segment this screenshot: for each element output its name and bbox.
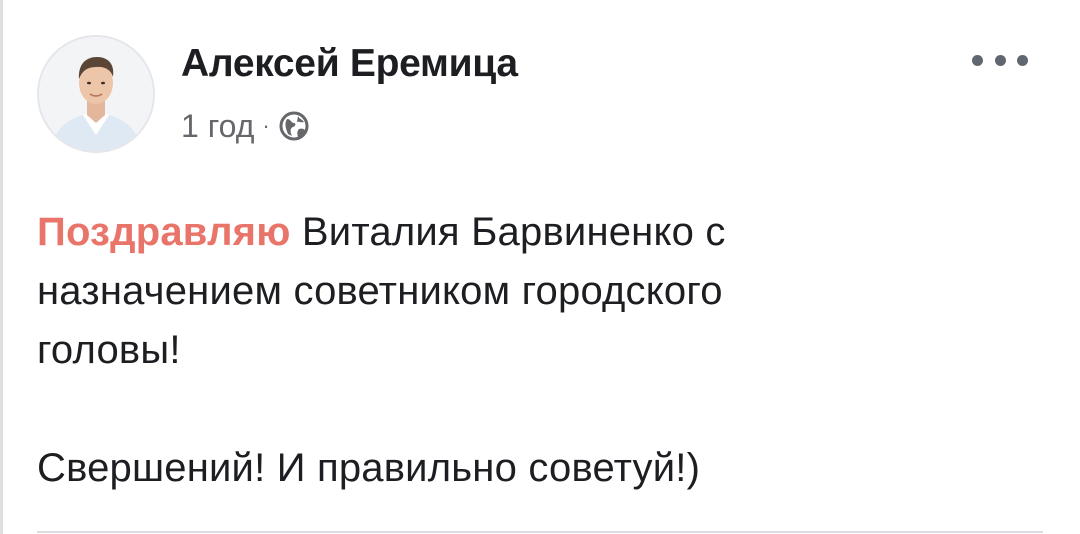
meta-separator: ·: [262, 113, 270, 138]
author-name[interactable]: Алексей Еремица: [181, 42, 518, 86]
globe-icon[interactable]: [278, 110, 310, 142]
more-dot: [1017, 54, 1028, 66]
highlighted-word[interactable]: Поздравляю: [37, 210, 291, 254]
post-line-2: назначением советником городского: [37, 269, 723, 313]
post-paragraph-1: Поздравляю Виталия Барвиненко с назначени…: [37, 203, 1037, 380]
more-options-icon[interactable]: [972, 48, 1028, 72]
more-dot: [972, 54, 983, 66]
post-line-4: Свершений! И правильно советуй!): [37, 446, 701, 490]
more-dot: [994, 54, 1006, 66]
post-card: Алексей Еремица 1 год · Поздравляю Витал…: [0, 0, 1080, 534]
avatar-photo: [39, 37, 153, 151]
divider: [37, 531, 1043, 533]
post-timestamp[interactable]: 1 год: [181, 108, 254, 145]
post-paragraph-2: Свершений! И правильно советуй!): [37, 439, 1037, 498]
post-line-1-rest: Виталия Барвиненко с: [290, 210, 726, 254]
avatar[interactable]: [37, 35, 155, 153]
post-text: Поздравляю Виталия Барвиненко с назначени…: [37, 203, 1037, 498]
post-line-3: головы!: [37, 328, 181, 372]
post-meta: 1 год ·: [181, 106, 310, 146]
card-left-border: [0, 0, 3, 534]
